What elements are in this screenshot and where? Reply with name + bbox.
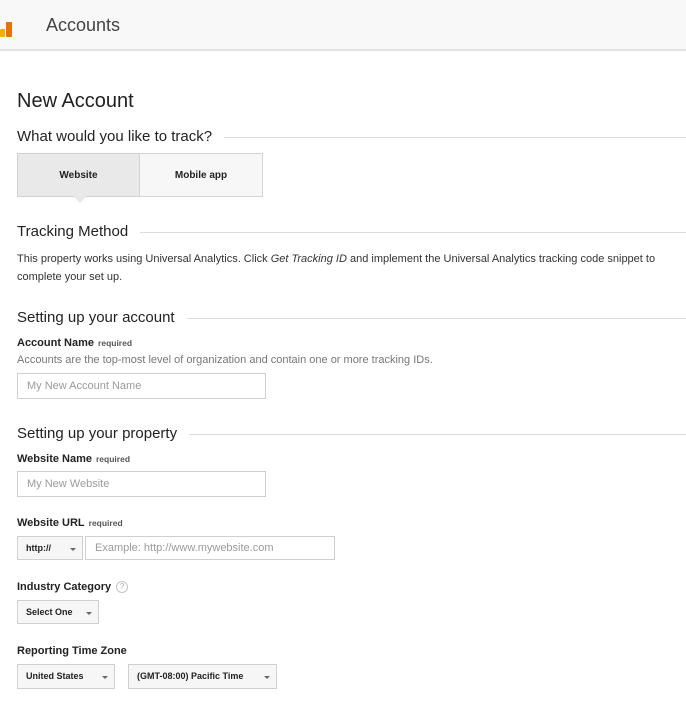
field-label-text: Account Name [17, 337, 95, 349]
time-zone-select-value: (GMT-08:00) Pacific Time [137, 671, 244, 681]
section-tracking-method: Tracking Method [17, 223, 686, 243]
track-type-toggle: Website Mobile app [17, 153, 263, 197]
chevron-down-icon [264, 676, 270, 679]
chevron-down-icon [86, 612, 92, 615]
get-tracking-id-reference: Get Tracking ID [270, 253, 347, 265]
account-name-help: Accounts are the top-most level of organ… [17, 354, 433, 366]
account-name-input[interactable] [17, 373, 266, 399]
chevron-down-icon [70, 548, 76, 551]
analytics-logo-icon[interactable] [0, 15, 22, 37]
chevron-down-icon [102, 676, 108, 679]
app-title: Accounts [46, 15, 121, 35]
section-divider [129, 232, 686, 233]
section-divider [169, 318, 686, 319]
mobile-app-option-button[interactable]: Mobile app [139, 153, 263, 197]
country-select[interactable]: United States [17, 664, 115, 689]
protocol-select[interactable]: http:// [17, 536, 83, 560]
section-heading: What would you like to track? [17, 128, 225, 145]
field-label-text: Industry Category [17, 581, 112, 593]
section-account: Setting up your account [17, 309, 686, 329]
required-tag: required [88, 518, 123, 528]
tracking-method-description: This property works using Universal Anal… [17, 250, 681, 286]
section-divider [213, 137, 686, 138]
country-select-value: United States [26, 671, 84, 681]
website-url-label: Website URL required [17, 516, 123, 530]
section-heading: Setting up your property [17, 425, 190, 442]
website-option-button[interactable]: Website [17, 153, 140, 197]
protocol-select-value: http:// [26, 543, 51, 553]
industry-category-select[interactable]: Select One [17, 600, 99, 624]
description-text: This property works using Universal Anal… [17, 253, 271, 265]
section-heading: Setting up your account [17, 309, 187, 326]
industry-category-value: Select One [26, 607, 73, 617]
top-header: Accounts [0, 0, 686, 51]
help-circle-icon[interactable]: ? [116, 581, 129, 593]
required-tag: required [96, 454, 131, 464]
selected-pointer [73, 196, 87, 203]
account-name-label: Account Name required [17, 336, 132, 350]
required-tag: required [98, 338, 133, 348]
time-zone-select[interactable]: (GMT-08:00) Pacific Time [128, 664, 277, 689]
website-url-input[interactable] [85, 536, 335, 560]
industry-category-label: Industry Category? [17, 580, 129, 594]
reporting-time-zone-label: Reporting Time Zone [17, 645, 127, 657]
website-name-input[interactable] [17, 471, 266, 497]
field-label-text: Website URL [17, 517, 85, 529]
field-label-text: Website Name [17, 453, 92, 465]
website-name-label: Website Name required [17, 452, 130, 466]
section-track: What would you like to track? [17, 128, 686, 148]
page-title: New Account [17, 90, 134, 112]
section-property: Setting up your property [17, 425, 686, 445]
section-heading: Tracking Method [17, 223, 141, 240]
section-divider [172, 434, 686, 435]
